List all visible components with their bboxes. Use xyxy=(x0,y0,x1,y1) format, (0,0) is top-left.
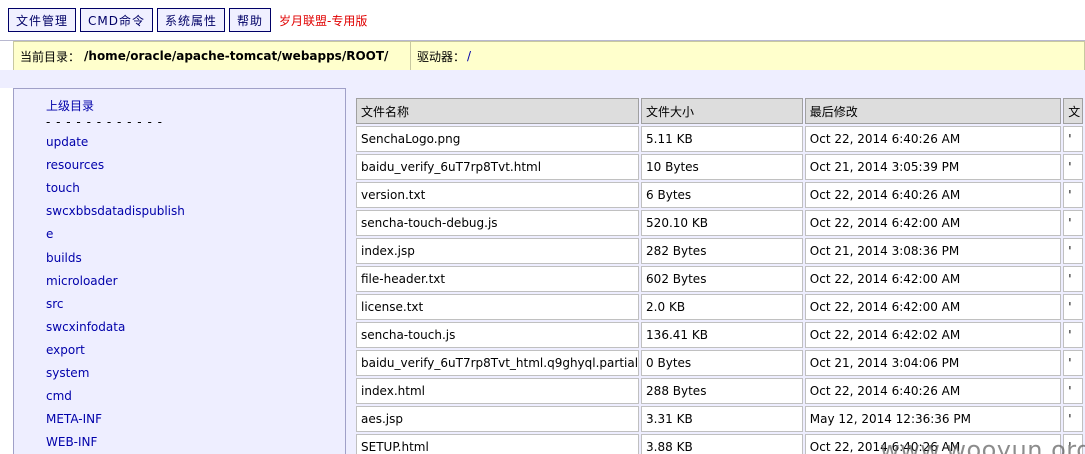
directory-link[interactable]: builds xyxy=(46,251,185,274)
path-bar: 当前目录： /home/oracle/apache-tomcat/webapps… xyxy=(0,40,1085,71)
file-extra-cell: ' xyxy=(1063,182,1083,208)
file-name-cell[interactable]: baidu_verify_6uT7rp8Tvt.html xyxy=(356,154,640,180)
file-extra-cell: ' xyxy=(1063,294,1083,320)
file-name-cell[interactable]: sencha-touch-debug.js xyxy=(356,210,640,236)
file-name-cell[interactable]: index.html xyxy=(356,378,640,404)
file-extra-cell: ' xyxy=(1063,322,1083,348)
file-size-cell: 520.10 KB xyxy=(641,210,803,236)
file-modified-cell: Oct 22, 2014 6:42:00 AM xyxy=(804,266,1062,292)
directory-link[interactable]: export xyxy=(46,343,185,366)
directory-link[interactable]: cmd xyxy=(46,389,185,412)
column-header-extra: 文 xyxy=(1063,98,1083,124)
current-directory-value: /home/oracle/apache-tomcat/webapps/ROOT/ xyxy=(84,49,389,63)
directory-separator: - - - - - - - - - - - - xyxy=(46,115,163,130)
column-header-size[interactable]: 文件大小 xyxy=(641,98,803,124)
file-size-cell: 2.0 KB xyxy=(641,294,803,320)
drive-label: 驱动器： xyxy=(417,49,466,64)
table-row: version.txt 6 Bytes Oct 22, 2014 6:40:26 A… xyxy=(356,182,1083,208)
file-table: 文件名称 文件大小 最后修改 文 SenchaLogo.png 5.11 KB Oc… xyxy=(354,96,1085,454)
file-extra-cell: ' xyxy=(1063,266,1083,292)
directory-link[interactable]: update xyxy=(46,135,185,158)
directory-link[interactable]: resources xyxy=(46,158,185,181)
file-name-cell[interactable]: SETUP.html xyxy=(356,434,640,454)
table-row: license.txt 2.0 KB Oct 22, 2014 6:42:00 AM… xyxy=(356,294,1083,320)
table-row: file-header.txt 602 Bytes Oct 22, 2014 6:4… xyxy=(356,266,1083,292)
file-size-cell: 288 Bytes xyxy=(641,378,803,404)
file-name-cell[interactable]: sencha-touch.js xyxy=(356,322,640,348)
directory-link[interactable]: system xyxy=(46,366,185,389)
system-properties-button[interactable]: 系统属性 xyxy=(157,8,226,32)
table-row: SenchaLogo.png 5.11 KB Oct 22, 2014 6:40:2… xyxy=(356,126,1083,152)
file-name-cell[interactable]: baidu_verify_6uT7rp8Tvt_html.q9ghyql.par… xyxy=(356,350,640,376)
file-name-cell[interactable]: SenchaLogo.png xyxy=(356,126,640,152)
file-size-cell: 6 Bytes xyxy=(641,182,803,208)
table-row: sencha-touch.js 136.41 KB Oct 22, 2014 6:4… xyxy=(356,322,1083,348)
column-header-modified[interactable]: 最后修改 xyxy=(804,98,1062,124)
file-modified-cell: Oct 21, 2014 3:08:36 PM xyxy=(804,238,1062,264)
file-modified-cell: Oct 22, 2014 6:42:00 AM xyxy=(804,294,1062,320)
file-size-cell: 3.88 KB xyxy=(641,434,803,454)
directory-link[interactable]: WEB-INF xyxy=(46,435,185,454)
directory-link[interactable]: e xyxy=(46,227,185,250)
current-directory: 当前目录： /home/oracle/apache-tomcat/webapps… xyxy=(13,41,411,71)
table-row: baidu_verify_6uT7rp8Tvt_html.q9ghyql.par… xyxy=(356,350,1083,376)
file-extra-cell: ' xyxy=(1063,210,1083,236)
file-name-cell[interactable]: aes.jsp xyxy=(356,406,640,432)
file-modified-cell: Oct 22, 2014 6:40:26 AM xyxy=(804,434,1062,454)
table-row: SETUP.html 3.88 KB Oct 22, 2014 6:40:26 AM… xyxy=(356,434,1083,454)
file-extra-cell: ' xyxy=(1063,350,1083,376)
divider-band xyxy=(0,70,1085,88)
cmd-button[interactable]: CMD命令 xyxy=(80,8,153,32)
file-table-body: SenchaLogo.png 5.11 KB Oct 22, 2014 6:40:2… xyxy=(356,126,1083,454)
file-size-cell: 10 Bytes xyxy=(641,154,803,180)
file-name-cell[interactable]: version.txt xyxy=(356,182,640,208)
directory-link[interactable]: META-INF xyxy=(46,412,185,435)
file-extra-cell: ' xyxy=(1063,378,1083,404)
directory-link[interactable]: touch xyxy=(46,181,185,204)
file-name-cell[interactable]: license.txt xyxy=(356,294,640,320)
table-row: index.jsp 282 Bytes Oct 21, 2014 3:08:36 P… xyxy=(356,238,1083,264)
top-menu: 文件管理 CMD命令 系统属性 帮助 岁月联盟-专用版 xyxy=(8,8,367,32)
help-button[interactable]: 帮助 xyxy=(229,8,272,32)
file-size-cell: 5.11 KB xyxy=(641,126,803,152)
drive-selector: 驱动器： / xyxy=(411,41,1085,71)
file-modified-cell: Oct 22, 2014 6:40:26 AM xyxy=(804,182,1062,208)
directory-link[interactable]: swcxinfodata xyxy=(46,320,185,343)
file-modified-cell: Oct 21, 2014 3:04:06 PM xyxy=(804,350,1062,376)
table-row: index.html 288 Bytes Oct 22, 2014 6:40:26 … xyxy=(356,378,1083,404)
current-directory-label: 当前目录： xyxy=(20,49,81,64)
file-modified-cell: May 12, 2014 12:36:36 PM xyxy=(804,406,1062,432)
file-manager-button[interactable]: 文件管理 xyxy=(8,8,77,32)
directory-link[interactable]: swcxbbsdatadispublish xyxy=(46,204,185,227)
table-row: baidu_verify_6uT7rp8Tvt.html 10 Bytes Oct … xyxy=(356,154,1083,180)
file-size-cell: 282 Bytes xyxy=(641,238,803,264)
file-extra-cell: ' xyxy=(1063,238,1083,264)
file-modified-cell: Oct 22, 2014 6:40:26 AM xyxy=(804,378,1062,404)
brand-label: 岁月联盟-专用版 xyxy=(279,13,368,28)
file-size-cell: 602 Bytes xyxy=(641,266,803,292)
file-extra-cell: ' xyxy=(1063,406,1083,432)
file-table-header: 文件名称 文件大小 最后修改 文 xyxy=(356,98,1083,124)
file-modified-cell: Oct 22, 2014 6:42:00 AM xyxy=(804,210,1062,236)
file-modified-cell: Oct 22, 2014 6:42:02 AM xyxy=(804,322,1062,348)
file-list-area: 文件名称 文件大小 最后修改 文 SenchaLogo.png 5.11 KB Oc… xyxy=(346,88,1085,454)
file-extra-cell: ' xyxy=(1063,154,1083,180)
directory-link[interactable]: microloader xyxy=(46,274,185,297)
file-extra-cell: ' xyxy=(1063,434,1083,454)
directory-link[interactable]: src xyxy=(46,297,185,320)
directory-panel: 上级目录 - - - - - - - - - - - - update resou… xyxy=(13,88,346,454)
file-name-cell[interactable]: index.jsp xyxy=(356,238,640,264)
table-row: aes.jsp 3.31 KB May 12, 2014 12:36:36 PM ' xyxy=(356,406,1083,432)
file-size-cell: 3.31 KB xyxy=(641,406,803,432)
file-modified-cell: Oct 22, 2014 6:40:26 AM xyxy=(804,126,1062,152)
column-header-name[interactable]: 文件名称 xyxy=(356,98,640,124)
file-modified-cell: Oct 21, 2014 3:05:39 PM xyxy=(804,154,1062,180)
file-size-cell: 0 Bytes xyxy=(641,350,803,376)
file-extra-cell: ' xyxy=(1063,126,1083,152)
file-size-cell: 136.41 KB xyxy=(641,322,803,348)
directory-list: 上级目录 - - - - - - - - - - - - update resou… xyxy=(46,99,185,454)
table-row: sencha-touch-debug.js 520.10 KB Oct 22, 20… xyxy=(356,210,1083,236)
drive-link[interactable]: / xyxy=(467,49,471,63)
file-name-cell[interactable]: file-header.txt xyxy=(356,266,640,292)
